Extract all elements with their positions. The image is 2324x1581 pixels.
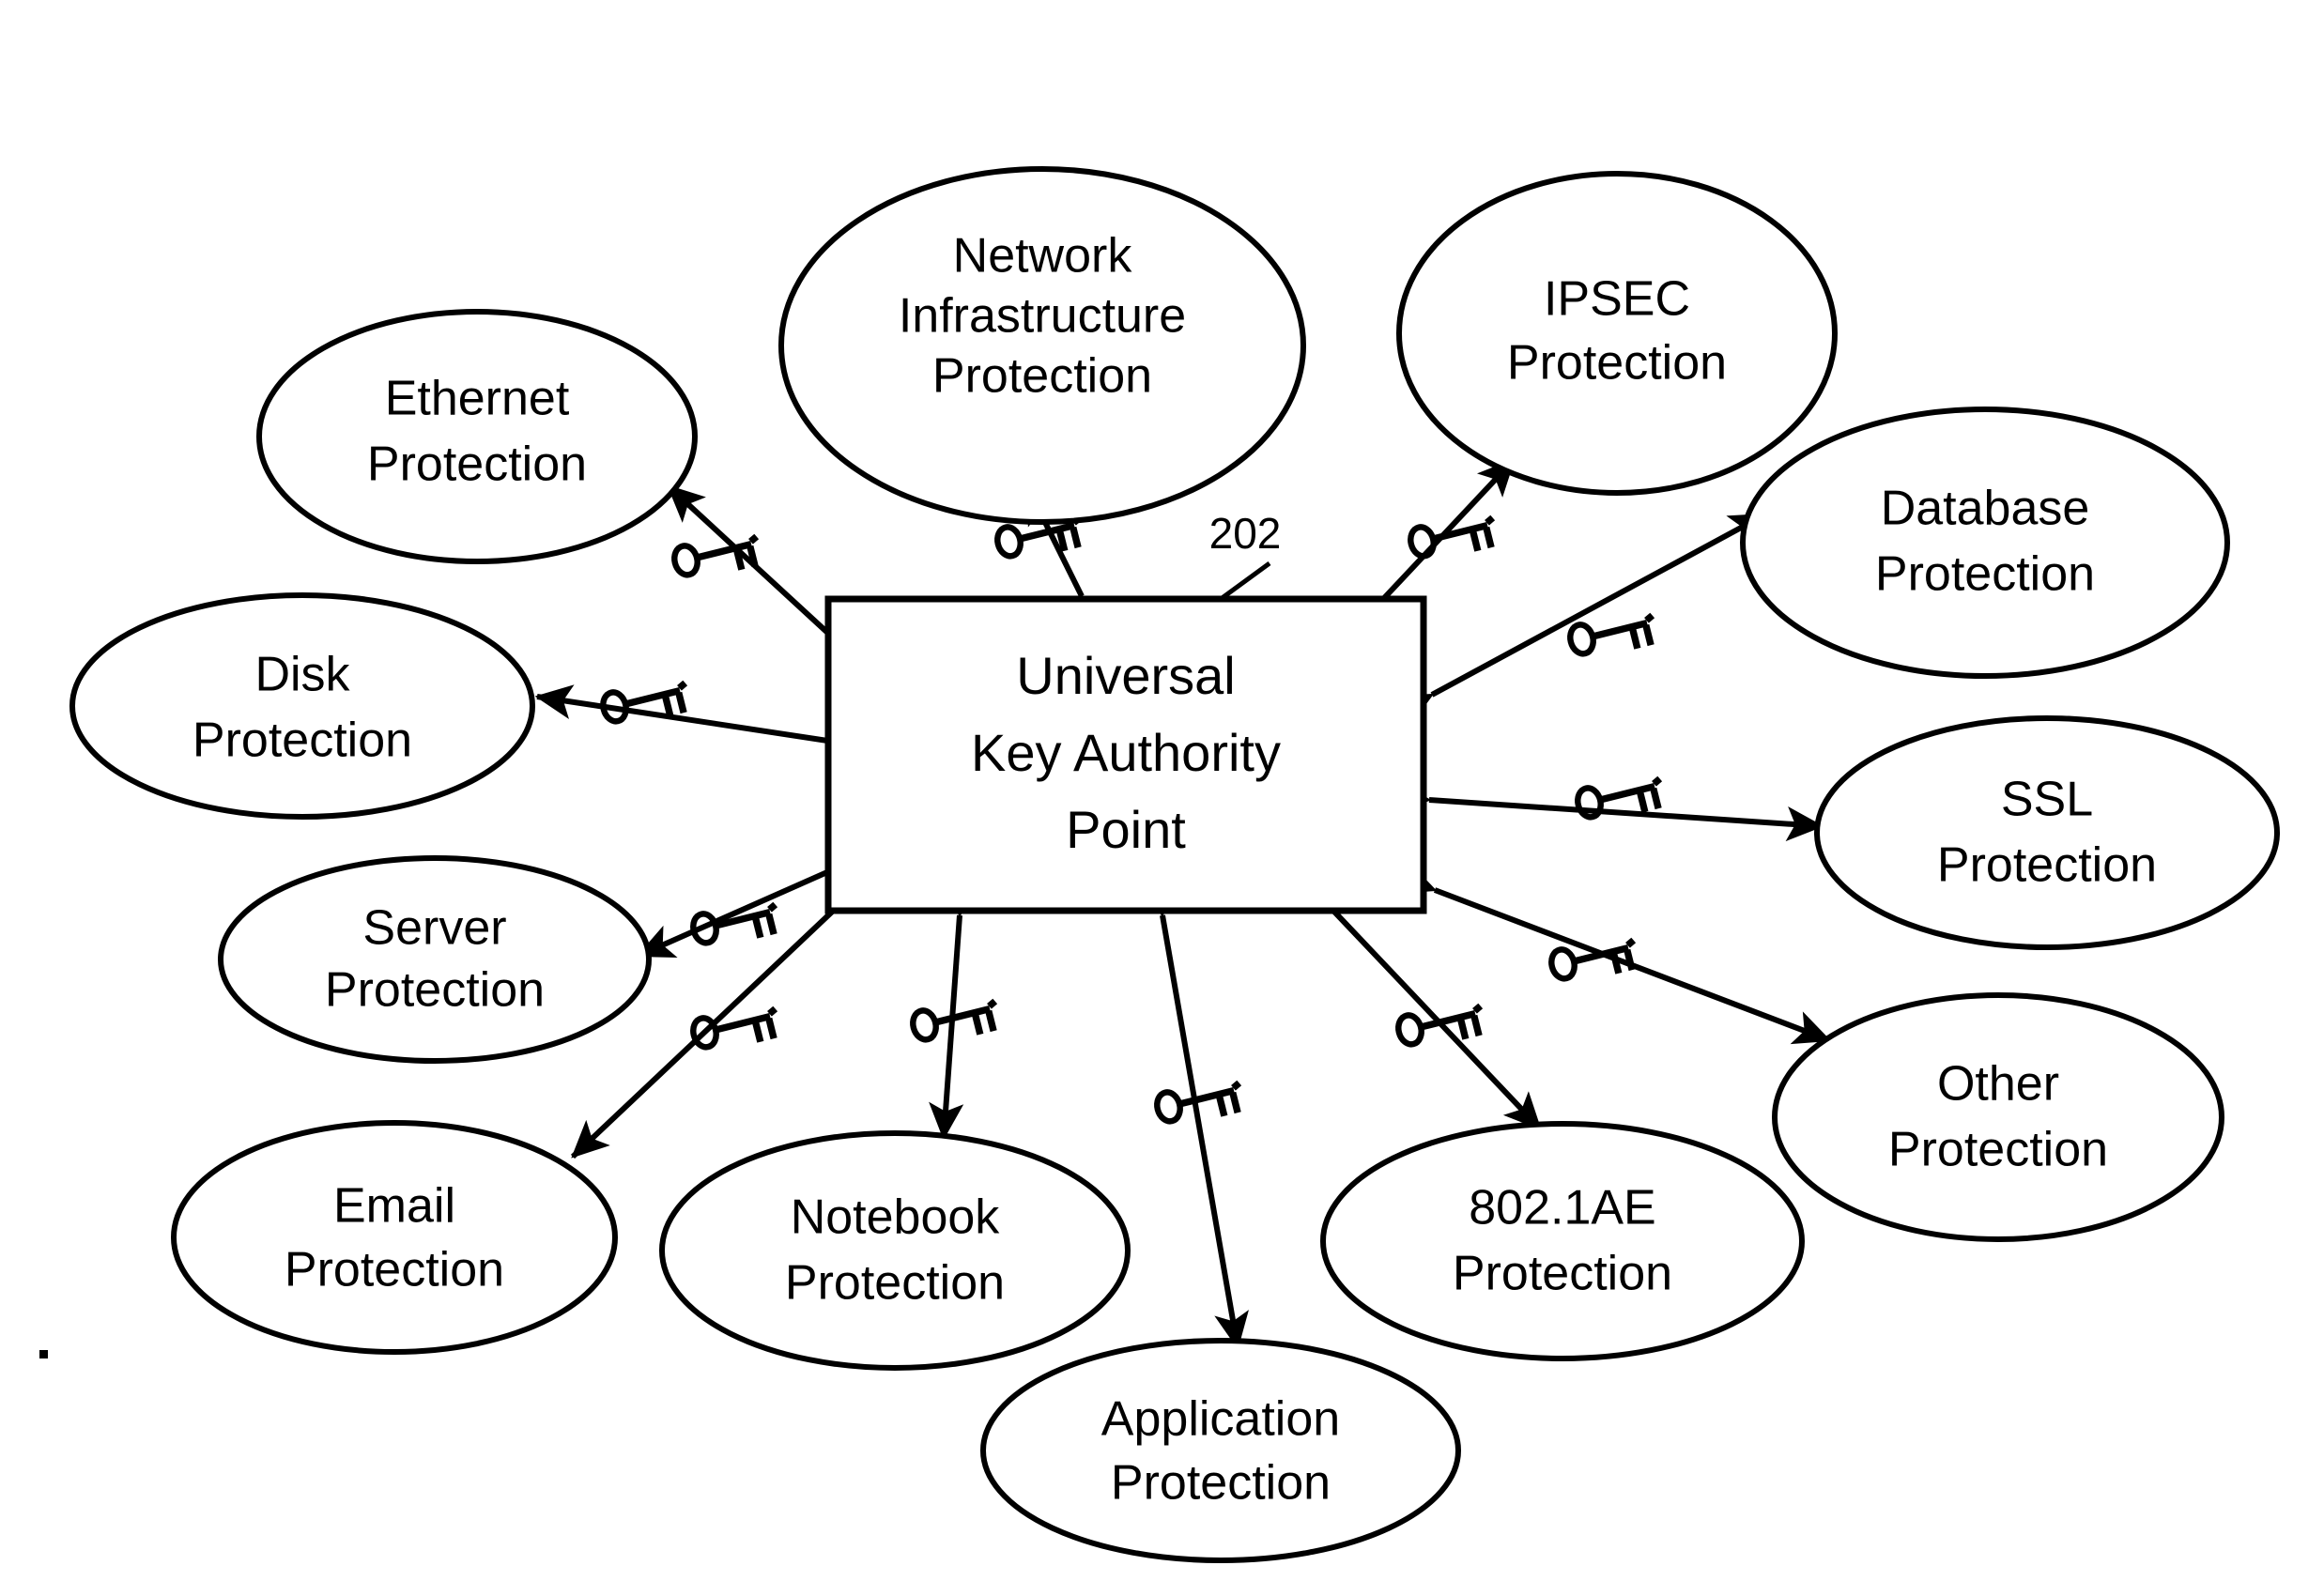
node-label-line-1: Disk: [254, 648, 350, 702]
connector-ssl: [1393, 779, 1824, 842]
ellipse-outline: [1814, 715, 2280, 950]
connector-disk: [534, 684, 871, 764]
node-label-line-1: Notebook: [791, 1190, 1001, 1245]
reference-number-202: 202: [1209, 509, 1282, 558]
node-notebook-protection[interactable]: Notebook Protection: [659, 1130, 1131, 1371]
node-label-line-2: Protection: [367, 437, 587, 492]
node-label-line-2: Protection: [1875, 547, 2095, 602]
connector-database: [1393, 512, 1768, 728]
node-label-line-3: Protection: [932, 349, 1152, 404]
node-label-line-2: Protection: [192, 714, 412, 768]
node-network-infrastructure-protection[interactable]: Network Infrastructure Protection: [778, 166, 1306, 525]
connector-notebook: [929, 879, 980, 1141]
node-label-line-1: Network: [953, 229, 1133, 284]
connector-server: [636, 837, 875, 959]
node-802-1ae-protection[interactable]: 802.1AE Protection: [1320, 1121, 1805, 1361]
reference-leader-line: [1219, 560, 1271, 602]
ellipse-outline: [69, 592, 535, 820]
figure-canvas: Universal Key Authority Point 202 Networ…: [0, 0, 2324, 1581]
ellipse-outline: [659, 1130, 1131, 1371]
node-ssl-protection[interactable]: SSL Protection: [1814, 715, 2280, 950]
node-label-line-1: Application: [1101, 1392, 1340, 1447]
node-label-line-1: Ethernet: [385, 372, 570, 426]
node-label-line-1: IPSEC: [1544, 272, 1690, 327]
node-label-line-1: Other: [1937, 1057, 2059, 1112]
ellipse-outline: [980, 1338, 1461, 1563]
node-label-line-2: Infrastructure: [899, 289, 1186, 344]
center-box-label-line-3: Point: [1066, 800, 1186, 859]
node-other-protection[interactable]: Other Protection: [1772, 992, 2224, 1242]
key-icon-email: [690, 1001, 782, 1057]
ellipse-outline: [218, 855, 652, 1064]
ellipse-outline: [171, 1120, 618, 1355]
connector-application: [1139, 878, 1249, 1350]
node-label-line-2: Protection: [1888, 1123, 2108, 1177]
node-disk-protection[interactable]: Disk Protection: [69, 592, 535, 820]
ellipse-outline: [778, 166, 1306, 525]
node-application-protection[interactable]: Application Protection: [980, 1338, 1461, 1563]
ellipse-outline: [1740, 407, 2230, 679]
ellipse-outline: [1320, 1121, 1805, 1361]
node-label-line-2: Protection: [1453, 1247, 1672, 1301]
node-label-line-2: Protection: [1937, 838, 2157, 893]
key-icon-ethernet: [671, 529, 763, 585]
node-label-line-2: Protection: [1507, 336, 1727, 391]
node-server-protection[interactable]: Server Protection: [218, 855, 652, 1064]
node-label-line-1: Server: [362, 901, 506, 956]
node-ethernet-protection[interactable]: Ethernet Protection: [256, 309, 698, 564]
node-ipsec-protection[interactable]: IPSEC Protection: [1396, 171, 1838, 496]
key-icon-ipsec: [1408, 510, 1500, 566]
node-label-line-1: 802.1AE: [1469, 1181, 1656, 1236]
node-label-line-2: Protection: [1111, 1456, 1331, 1511]
node-label-line-2: Protection: [785, 1256, 1005, 1311]
scan-artifact-speck: [39, 1350, 48, 1358]
node-label-line-1: Database: [1881, 482, 2090, 536]
universal-key-authority-point-node[interactable]: Universal Key Authority Point: [824, 595, 1427, 914]
ellipse-outline: [1396, 171, 1838, 496]
key-icon-ssl: [1575, 771, 1667, 827]
node-label-line-1: SSL: [2001, 773, 2093, 827]
center-box-label-line-1: Universal: [1016, 646, 1235, 705]
node-label-line-2: Protection: [285, 1243, 504, 1297]
node-database-protection[interactable]: Database Protection: [1740, 407, 2230, 679]
key-icon-disk: [600, 675, 692, 731]
ellipse-outline: [1772, 992, 2224, 1242]
node-label-line-1: Email: [333, 1179, 455, 1234]
center-box-label-line-2: Key Authority: [971, 723, 1281, 782]
node-email-protection[interactable]: Email Protection: [171, 1120, 618, 1355]
node-label-line-2: Protection: [325, 963, 545, 1018]
